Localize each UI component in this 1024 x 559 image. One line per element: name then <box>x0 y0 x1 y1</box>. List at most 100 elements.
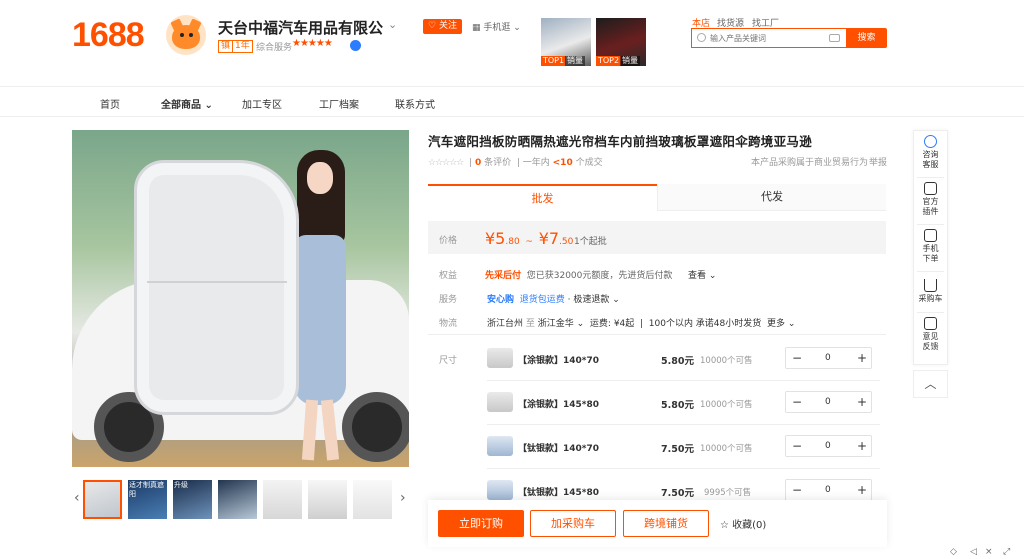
minus-icon[interactable]: − <box>792 483 802 497</box>
nav-factory-profile[interactable]: 工厂档案 <box>319 96 359 111</box>
sku-image <box>487 480 513 500</box>
search-input[interactable] <box>710 31 820 45</box>
benefit-label: 权益 <box>439 271 458 281</box>
sidebar-item-cart[interactable]: 采购车 <box>913 279 948 304</box>
favorite-button[interactable]: ☆ 收藏(0) <box>720 516 766 531</box>
shield-icon[interactable]: ◇ <box>950 547 957 557</box>
sku-stock: 10000个可售 <box>700 356 753 366</box>
sku-price: 7.50元 <box>661 488 694 499</box>
cross-border-button[interactable]: 跨境铺货 <box>623 510 709 537</box>
thumbnail[interactable] <box>308 480 347 519</box>
sku-name: 【钛银款】145*80 <box>518 488 600 498</box>
thumbnail[interactable] <box>263 480 302 519</box>
product-main-image[interactable] <box>72 130 409 467</box>
sku-name: 【钛银款】140*70 <box>518 444 600 454</box>
shop-badge: 镇 <box>218 40 234 53</box>
quantity-value[interactable]: 0 <box>825 353 831 363</box>
star-icon: ☆ <box>720 520 729 531</box>
quantity-value[interactable]: 0 <box>825 485 831 495</box>
sku-stock: 10000个可售 <box>700 444 753 454</box>
product-title: 汽车遮阳挡板防晒隔热遮光帘档车内前挡玻璃板罩遮阳伞跨境亚马逊 <box>428 134 813 149</box>
review-summary[interactable]: ☆☆☆☆☆ | 0 条评价 | 一年内 <10 个成交 <box>428 155 603 168</box>
search-icon <box>697 33 706 42</box>
sku-name: 【涂银款】140*70 <box>518 356 600 366</box>
minus-icon[interactable]: − <box>792 439 802 453</box>
nav-processing[interactable]: 加工专区 <box>242 96 282 111</box>
thumbnail[interactable] <box>218 480 257 519</box>
nav-contact[interactable]: 联系方式 <box>395 96 435 111</box>
moq: 1个起批 <box>574 237 607 247</box>
quantity-value[interactable]: 0 <box>825 441 831 451</box>
service-row[interactable]: 安心购 退货包运费 · 极速退款 ⌄ <box>487 292 620 305</box>
price-label: 价格 <box>439 236 458 246</box>
puzzle-icon <box>924 182 937 195</box>
sku-price: 5.80元 <box>661 356 694 367</box>
benefit-more-link[interactable]: 查看 ⌄ <box>688 268 716 281</box>
search-box <box>691 28 846 48</box>
sidebar-item-plugin[interactable]: 官方插件 <box>913 182 948 217</box>
chat-icon <box>924 135 937 148</box>
report-link[interactable]: 举报 <box>869 155 887 168</box>
edit-icon <box>924 317 937 330</box>
sku-stock: 9995个可售 <box>704 488 752 498</box>
size-label: 尺寸 <box>439 356 458 366</box>
close-icon[interactable]: × <box>985 547 993 557</box>
sidebar-item-feedback[interactable]: 意见反馈 <box>913 317 948 352</box>
logistics-row[interactable]: 浙江台州 至 浙江金华 ⌄ 运费: ¥4起 | 100个以内 承诺48小时发货 … <box>487 316 795 329</box>
sku-image <box>487 348 513 368</box>
expand-icon[interactable]: ⤢ <box>1003 547 1010 557</box>
order-now-button[interactable]: 立即订购 <box>438 510 524 537</box>
quantity-stepper[interactable]: − 0 + <box>785 479 872 501</box>
verified-icon <box>350 40 361 51</box>
add-to-cart-button[interactable]: 加采购车 <box>530 510 616 537</box>
top-product-1[interactable]: TOP1 销量 <box>541 18 591 66</box>
service-label: 服务 <box>439 295 458 305</box>
follow-button[interactable]: ♡ 关注 <box>423 19 462 34</box>
benefit-row: 先采后付 您已获32000元额度，先进货后付款 <box>485 271 673 281</box>
top-product-2[interactable]: TOP2 销量 <box>596 18 646 66</box>
sidebar-item-mobile-order[interactable]: 手机下单 <box>913 229 948 264</box>
minus-icon[interactable]: − <box>792 351 802 365</box>
nav-home[interactable]: 首页 <box>100 96 120 111</box>
minus-icon[interactable]: − <box>792 395 802 409</box>
sku-price: 7.50元 <box>661 444 694 455</box>
shop-avatar[interactable] <box>166 15 206 55</box>
trade-note: 本产品采购属于商业贸易行为 <box>751 158 869 168</box>
tab-dropship[interactable]: 代发 <box>657 184 886 211</box>
nav-all-products[interactable]: 全部商品 ⌄ <box>161 96 213 111</box>
sku-price: 5.80元 <box>661 400 694 411</box>
quantity-stepper[interactable]: − 0 + <box>785 435 872 457</box>
plus-icon[interactable]: + <box>857 351 867 365</box>
thumbnail[interactable]: 升级 <box>173 480 212 519</box>
quantity-value[interactable]: 0 <box>825 397 831 407</box>
sidebar-item-customer-service[interactable]: 咨询客服 <box>913 135 948 170</box>
service-rating-stars: ★★★★★ <box>292 38 333 49</box>
qrcode-icon <box>924 229 937 242</box>
thumbnail[interactable] <box>83 480 122 519</box>
tab-wholesale[interactable]: 批发 <box>428 184 657 211</box>
plus-icon[interactable]: + <box>857 483 867 497</box>
service-label: 综合服务 <box>256 43 293 53</box>
camera-icon[interactable] <box>829 34 840 42</box>
sku-image <box>487 436 513 456</box>
search-button[interactable]: 搜索 <box>846 28 887 48</box>
thumb-prev-arrow[interactable]: ‹ <box>74 490 80 506</box>
sku-stock: 10000个可售 <box>700 400 753 410</box>
back-to-top-button[interactable]: ︿ <box>913 370 948 398</box>
plus-icon[interactable]: + <box>857 395 867 409</box>
quantity-stepper[interactable]: − 0 + <box>785 391 872 413</box>
price-range: ¥5.80 ~ ¥7.50 <box>485 229 574 248</box>
thumbnail[interactable]: 适才制真遮阳 <box>128 480 167 519</box>
logistics-label: 物流 <box>439 319 458 329</box>
site-logo[interactable]: 1688 <box>72 16 145 55</box>
mute-icon[interactable]: ◁ <box>970 547 977 557</box>
thumb-next-arrow[interactable]: › <box>400 490 406 506</box>
chevron-down-icon[interactable]: ⌄ <box>388 18 397 31</box>
shop-name[interactable]: 天台中福汽车用品有限公 <box>218 17 383 38</box>
plus-icon[interactable]: + <box>857 439 867 453</box>
cart-icon <box>924 279 937 292</box>
mobile-browse-link[interactable]: ▦ 手机逛 ⌄ <box>472 20 521 33</box>
sku-name: 【涂银款】145*80 <box>518 400 600 410</box>
quantity-stepper[interactable]: − 0 + <box>785 347 872 369</box>
thumbnail[interactable] <box>353 480 392 519</box>
